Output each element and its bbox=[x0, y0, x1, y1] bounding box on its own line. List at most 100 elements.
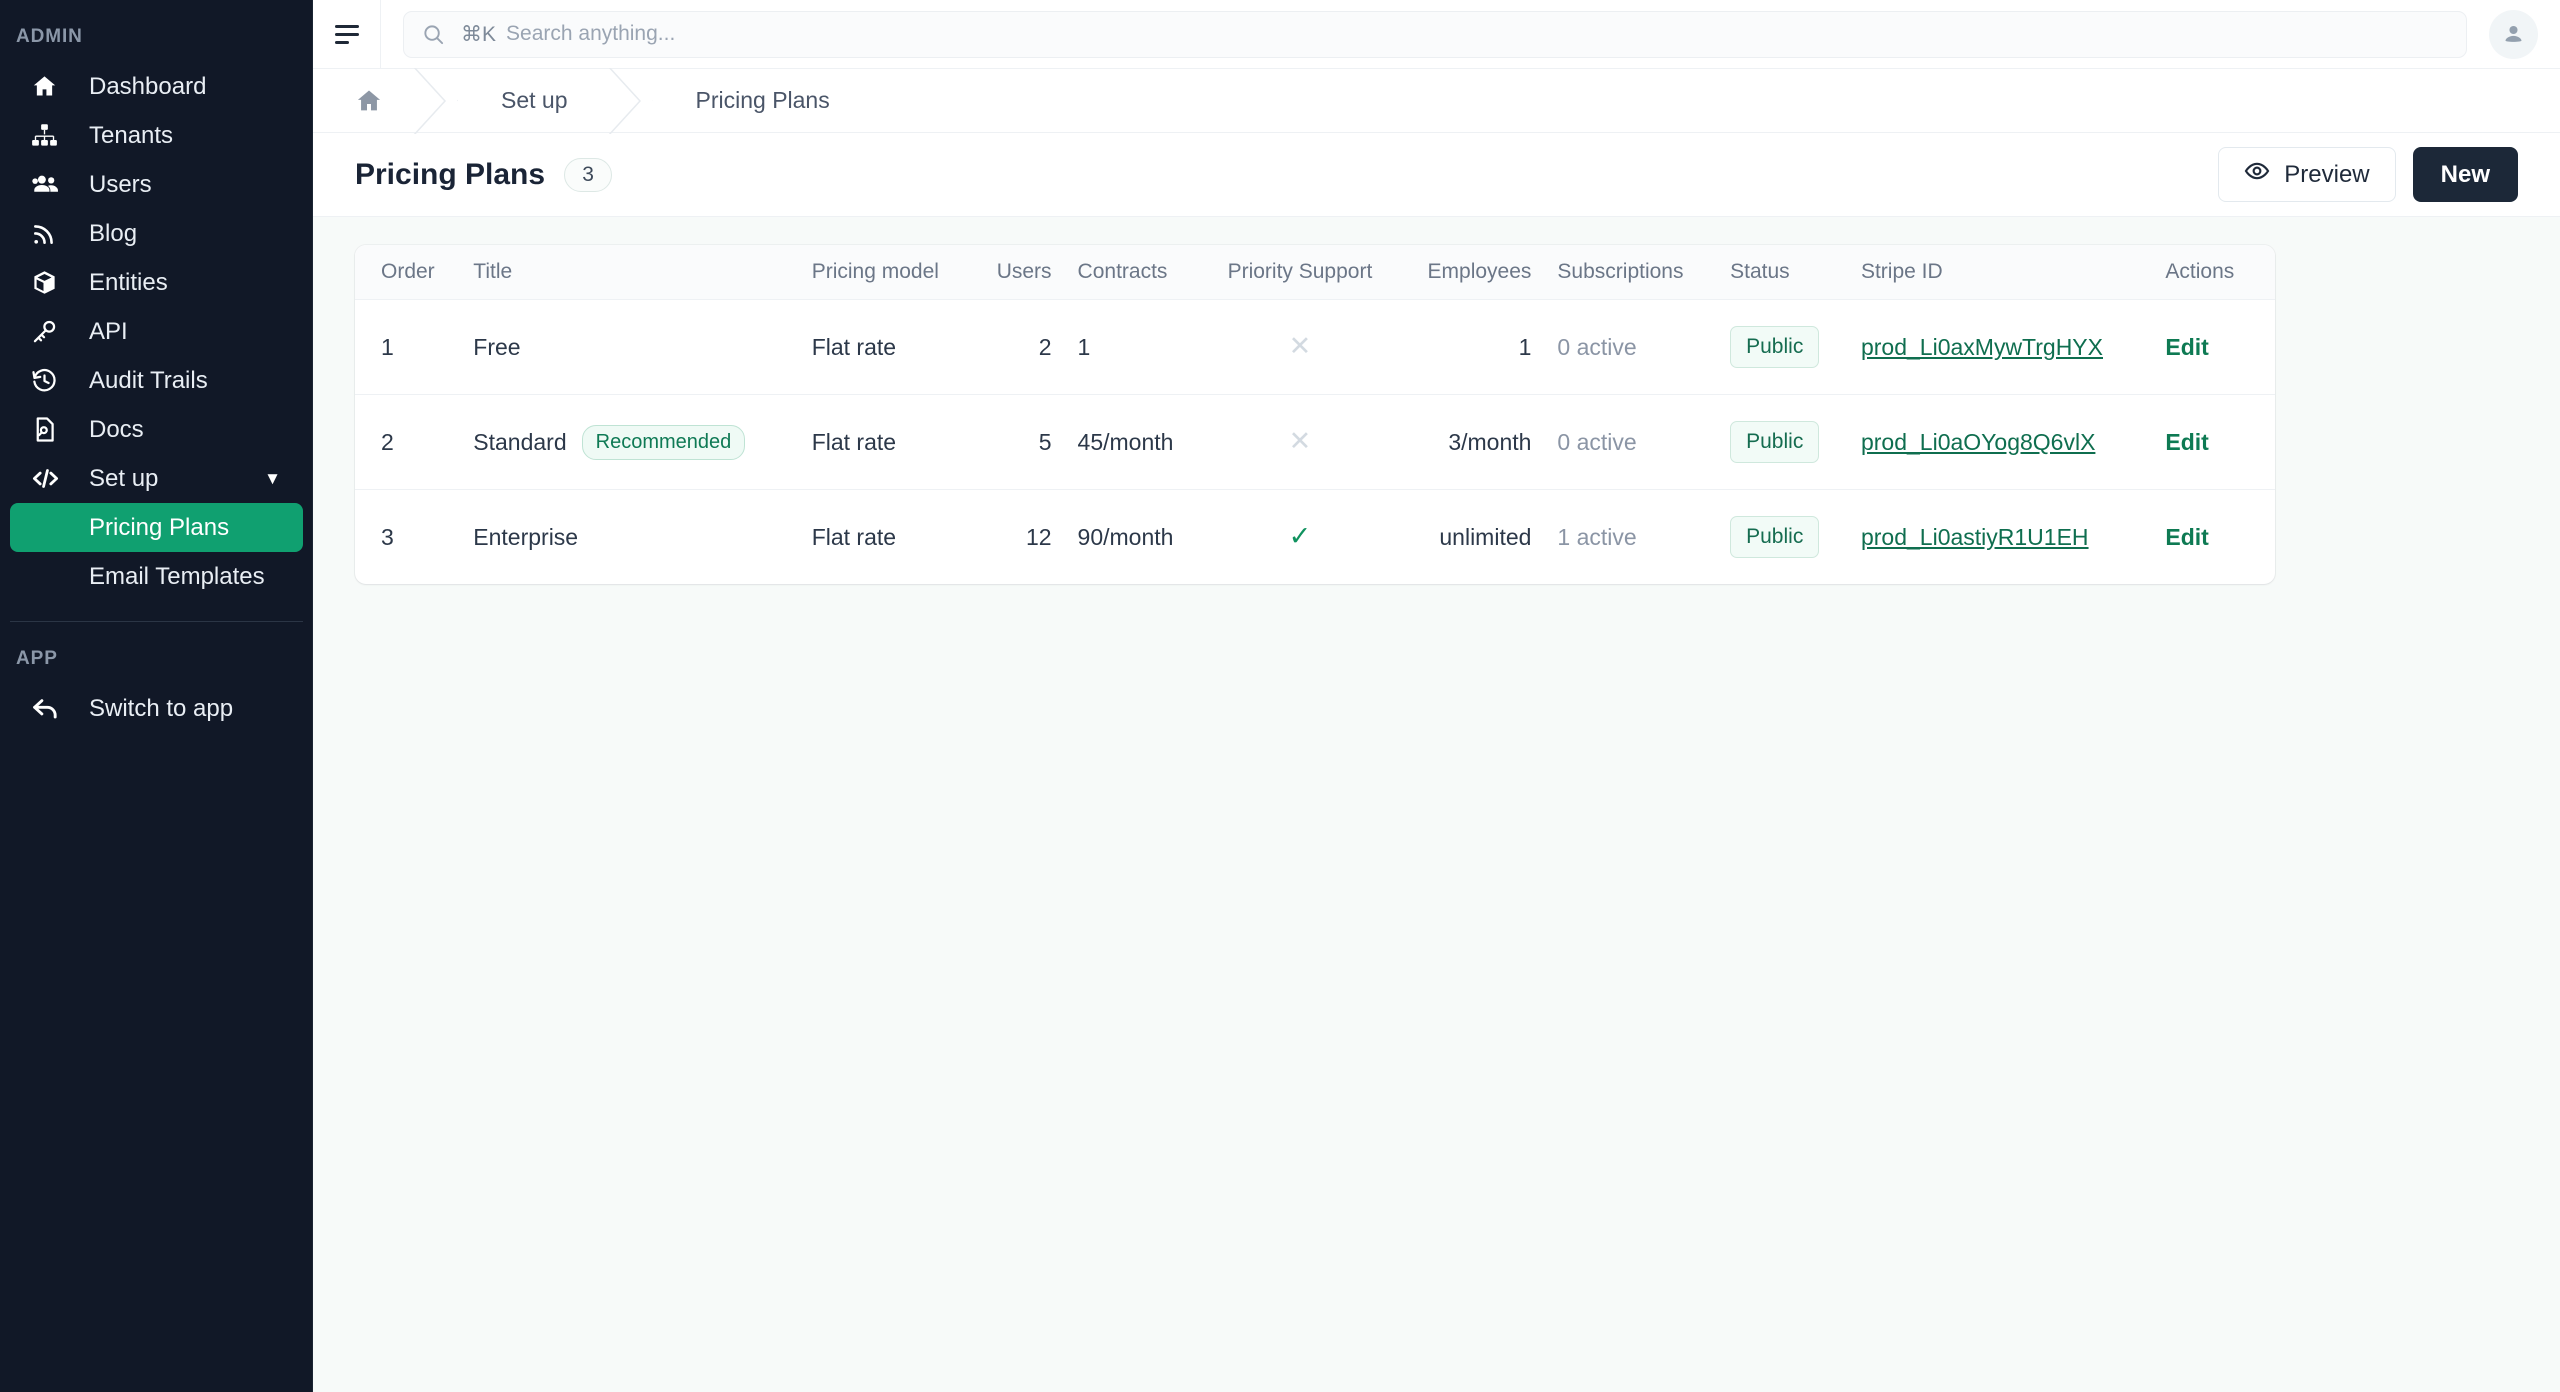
cell-stripe-id: prod_Li0axMywTrgHYX bbox=[1847, 299, 2153, 395]
cell-employees: 3/month bbox=[1396, 394, 1545, 490]
page-title: Pricing Plans bbox=[355, 157, 546, 191]
sidebar-section-admin-label: ADMIN bbox=[16, 26, 83, 47]
plan-title: Free bbox=[473, 333, 521, 360]
cell-subscriptions: 1 active bbox=[1557, 523, 1637, 550]
column-header-order[interactable]: Order bbox=[355, 245, 461, 300]
users-icon bbox=[31, 170, 63, 199]
sidebar-item-label: Audit Trails bbox=[89, 366, 208, 394]
column-header-status[interactable]: Status bbox=[1717, 245, 1848, 300]
sidebar-item-label: Docs bbox=[89, 415, 144, 443]
edit-link[interactable]: Edit bbox=[2165, 429, 2208, 455]
cube-icon bbox=[31, 269, 63, 296]
new-button-label: New bbox=[2440, 160, 2490, 188]
arrow-back-icon bbox=[31, 694, 63, 723]
sidebar-item-tenants[interactable]: Tenants bbox=[10, 111, 303, 160]
sidebar-item-dashboard[interactable]: Dashboard bbox=[10, 62, 303, 111]
cell-contracts: 1 bbox=[1064, 299, 1203, 395]
edit-link[interactable]: Edit bbox=[2165, 334, 2208, 360]
preview-button[interactable]: Preview bbox=[2218, 147, 2396, 202]
breadcrumb-home[interactable] bbox=[313, 69, 413, 132]
sidebar: ADMIN Dashboard Tenants Users Blog Entit… bbox=[0, 0, 313, 1392]
breadcrumb-label: Pricing Plans bbox=[695, 87, 830, 113]
cell-pricing-model: Flat rate bbox=[811, 523, 897, 550]
column-header-pricing-model[interactable]: Pricing model bbox=[798, 245, 973, 300]
cell-contracts: 45/month bbox=[1064, 394, 1203, 490]
sidebar-item-label: API bbox=[89, 317, 128, 345]
search-input[interactable]: ⌘K Search anything... bbox=[403, 10, 2467, 58]
sidebar-item-docs[interactable]: Docs bbox=[10, 405, 303, 454]
topbar: ⌘K Search anything... bbox=[313, 0, 2560, 69]
cell-employees: unlimited bbox=[1439, 523, 1532, 550]
sidebar-item-label: Dashboard bbox=[89, 72, 207, 100]
table-row[interactable]: 1 Free Flat rate 2 1 ✕ 1 0 active Public… bbox=[355, 299, 2275, 395]
table-row[interactable]: 3 Enterprise Flat rate 12 90/month ✓ unl… bbox=[355, 490, 2275, 585]
breadcrumb-separator bbox=[608, 68, 652, 134]
column-header-employees[interactable]: Employees bbox=[1396, 245, 1545, 300]
breadcrumb-item-pricing-plans[interactable]: Pricing Plans bbox=[652, 69, 870, 132]
rss-icon bbox=[31, 221, 63, 247]
column-header-title[interactable]: Title bbox=[460, 245, 799, 300]
sidebar-item-switch-to-app[interactable]: Switch to app bbox=[10, 684, 303, 733]
cell-status: Public bbox=[1717, 394, 1848, 490]
sidebar-item-label: Entities bbox=[89, 268, 168, 296]
sidebar-item-set-up[interactable]: Set up ▼ bbox=[10, 454, 303, 503]
column-header-stripe-id[interactable]: Stripe ID bbox=[1847, 245, 2153, 300]
cell-actions: Edit bbox=[2152, 299, 2275, 395]
sidebar-item-api[interactable]: API bbox=[10, 307, 303, 356]
breadcrumb-item-set-up[interactable]: Set up bbox=[457, 69, 608, 132]
sidebar-item-pricing-plans[interactable]: Pricing Plans bbox=[10, 503, 303, 552]
app-root: ADMIN Dashboard Tenants Users Blog Entit… bbox=[0, 0, 2560, 1392]
cell-order: 2 bbox=[355, 394, 461, 490]
sidebar-item-audit-trails[interactable]: Audit Trails bbox=[10, 356, 303, 405]
table-card: Order Title Pricing model Users Contract… bbox=[355, 245, 2275, 584]
table-row[interactable]: 2 Standard Recommended Flat rate 5 45/mo… bbox=[355, 394, 2275, 490]
cell-subscriptions: 0 active bbox=[1544, 299, 1718, 395]
cell-pricing-model: Flat rate bbox=[798, 394, 973, 490]
eye-icon bbox=[2244, 158, 2270, 191]
stripe-id-link[interactable]: prod_Li0aOYog8Q6vlX bbox=[1861, 429, 2095, 455]
search-placeholder: Search anything... bbox=[506, 22, 676, 45]
cell-priority-support: ✕ bbox=[1203, 299, 1397, 395]
stripe-id-link[interactable]: prod_Li0axMywTrgHYX bbox=[1861, 334, 2103, 360]
avatar[interactable] bbox=[2489, 9, 2538, 59]
history-icon bbox=[31, 367, 63, 394]
cell-priority-support: ✕ bbox=[1203, 394, 1397, 490]
cell-contracts: 90/month bbox=[1077, 523, 1174, 550]
sidebar-item-label: Blog bbox=[89, 219, 138, 247]
table-body: 1 Free Flat rate 2 1 ✕ 1 0 active Public… bbox=[355, 299, 2275, 585]
cell-stripe-id: prod_Li0aOYog8Q6vlX bbox=[1847, 394, 2153, 490]
cell-stripe-id: prod_Li0astiyR1U1EH bbox=[1848, 490, 2152, 585]
new-button[interactable]: New bbox=[2412, 147, 2518, 202]
cell-title: Standard Recommended bbox=[460, 394, 799, 490]
cell-users: 12 bbox=[1025, 523, 1052, 550]
sidebar-item-users[interactable]: Users bbox=[10, 160, 303, 209]
sidebar-item-label: Switch to app bbox=[89, 694, 234, 722]
column-header-actions: Actions bbox=[2152, 245, 2275, 300]
home-icon bbox=[31, 73, 63, 100]
sidebar-item-entities[interactable]: Entities bbox=[10, 258, 303, 307]
page-header: Pricing Plans 3 Preview New bbox=[313, 133, 2560, 217]
stripe-id-link[interactable]: prod_Li0astiyR1U1EH bbox=[1861, 524, 2089, 550]
sidebar-item-email-templates[interactable]: Email Templates bbox=[10, 552, 303, 601]
sidebar-item-label: Users bbox=[89, 170, 152, 198]
column-header-priority-support[interactable]: Priority Support bbox=[1203, 245, 1397, 300]
sidebar-toggle-button[interactable] bbox=[313, 0, 381, 69]
table-container: Order Title Pricing model Users Contract… bbox=[313, 217, 2560, 584]
column-header-users[interactable]: Users bbox=[972, 245, 1065, 300]
sidebar-item-label: Pricing Plans bbox=[89, 513, 230, 541]
edit-link[interactable]: Edit bbox=[2165, 524, 2208, 550]
sidebar-item-label: Set up bbox=[89, 464, 159, 492]
search-icon bbox=[422, 23, 445, 46]
sitemap-icon bbox=[31, 122, 63, 149]
status-badge: Public bbox=[1730, 516, 1820, 558]
cell-status: Public bbox=[1717, 490, 1848, 585]
cell-users: 5 bbox=[972, 394, 1065, 490]
recommended-badge: Recommended bbox=[581, 424, 746, 460]
cell-order: 1 bbox=[355, 299, 461, 395]
sidebar-item-blog[interactable]: Blog bbox=[10, 209, 303, 258]
hamburger-icon bbox=[334, 24, 359, 44]
chevron-down-icon[interactable]: ▼ bbox=[264, 469, 281, 489]
column-header-contracts[interactable]: Contracts bbox=[1064, 245, 1203, 300]
column-header-subscriptions[interactable]: Subscriptions bbox=[1544, 245, 1718, 300]
document-search-icon bbox=[31, 416, 63, 443]
